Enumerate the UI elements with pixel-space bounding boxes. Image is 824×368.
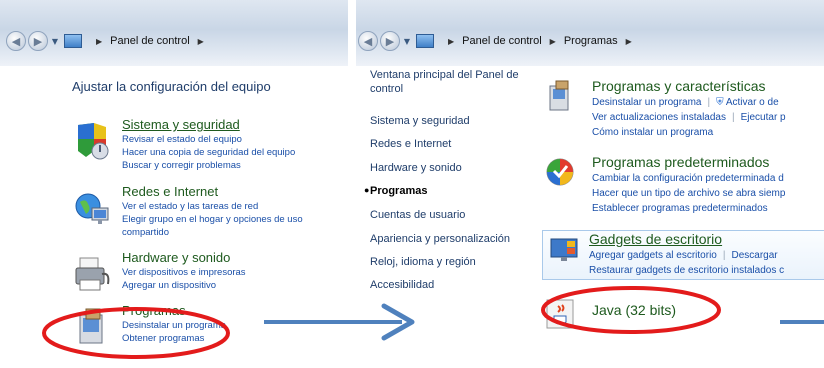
link-run-programs[interactable]: Ejecutar p <box>741 112 786 123</box>
desktop-gadgets-icon <box>549 233 581 265</box>
section-java[interactable]: Java (32 bits) <box>544 298 824 330</box>
right-address-bar: ◀ ▶ ▼ ▶ Panel de control ▶ Programas ▶ <box>356 0 824 66</box>
recent-pages-dropdown[interactable]: ▼ <box>402 31 412 51</box>
sidebar-item-network[interactable]: Redes e Internet <box>370 137 451 151</box>
chevron-right-icon: ▶ <box>448 36 455 46</box>
control-panel-icon <box>64 34 82 48</box>
default-programs-icon <box>544 156 576 188</box>
section-title[interactable]: Gadgets de escritorio <box>589 231 784 248</box>
link-restore-gadgets[interactable]: Restaurar gadgets de escritorio instalad… <box>589 263 784 278</box>
sidebar-item-home[interactable]: Ventana principal del Panel de <box>370 68 519 82</box>
category-title[interactable]: Programas <box>122 303 347 319</box>
link-uninstall-program[interactable]: Desinstalar un programa <box>592 97 702 108</box>
shield-icon: ⛨ <box>716 97 724 108</box>
programs-box-icon <box>72 307 112 347</box>
category-network[interactable]: Redes e Internet Ver el estado y las tar… <box>72 184 342 242</box>
link-check-status[interactable]: Revisar el estado del equipo <box>122 133 347 146</box>
link-installed-updates[interactable]: Ver actualizaciones instaladas <box>592 112 726 123</box>
programs-features-icon <box>544 80 576 112</box>
recent-pages-dropdown[interactable]: ▼ <box>50 31 60 51</box>
link-add-gadgets[interactable]: Agregar gadgets al escritorio <box>589 250 717 261</box>
forward-button[interactable]: ▶ <box>380 31 400 51</box>
link-backup[interactable]: Hacer una copia de seguridad del equipo <box>122 146 347 159</box>
back-button[interactable]: ◀ <box>6 31 26 51</box>
chevron-right-icon[interactable]: ▶ <box>550 37 556 46</box>
link-download-gadgets[interactable]: Descargar <box>731 250 777 261</box>
link-change-defaults[interactable]: Cambiar la configuración predeterminada … <box>592 171 785 186</box>
sidebar-item-accounts[interactable]: Cuentas de usuario <box>370 208 465 222</box>
network-globe-icon <box>72 188 112 228</box>
category-title[interactable]: Redes e Internet <box>122 184 347 200</box>
printer-icon <box>72 254 112 294</box>
left-window: ◀ ▶ ▼ ▶ Panel de control ▶ Ajustar la co… <box>0 0 348 368</box>
sidebar-item-system[interactable]: Sistema y seguridad <box>370 114 470 128</box>
link-get-programs[interactable]: Obtener programas <box>122 332 347 345</box>
control-panel-icon <box>416 34 434 48</box>
sidebar-item-programs[interactable]: Programas <box>370 184 427 198</box>
link-devices-printers[interactable]: Ver dispositivos e impresoras <box>122 266 347 279</box>
section-title[interactable]: Java (32 bits) <box>592 302 676 319</box>
shield-icon <box>72 121 112 161</box>
link-windows-features[interactable]: Activar o de <box>726 97 779 108</box>
link-add-device[interactable]: Agregar un dispositivo <box>122 279 347 292</box>
forward-button[interactable]: ▶ <box>28 31 48 51</box>
category-hardware[interactable]: Hardware y sonido Ver dispositivos e imp… <box>72 250 342 298</box>
sidebar-item-appearance[interactable]: Apariencia y personalización <box>370 232 510 246</box>
section-programs-features[interactable]: Programas y características Desinstalar … <box>544 78 824 140</box>
sidebar-item-home-cont[interactable]: control <box>370 82 403 96</box>
sidebar-item-clock[interactable]: Reloj, idioma y región <box>370 255 476 269</box>
link-homegroup-cont[interactable]: compartido <box>122 226 347 239</box>
current-item-bullet: ● <box>364 185 370 195</box>
section-title[interactable]: Programas y características <box>592 78 786 95</box>
link-network-status[interactable]: Ver el estado y las tareas de red <box>122 200 347 213</box>
link-troubleshoot[interactable]: Buscar y corregir problemas <box>122 159 347 172</box>
right-window: ◀ ▶ ▼ ▶ Panel de control ▶ Programas ▶ V… <box>356 0 824 368</box>
category-programs[interactable]: Programas Desinstalar un programa Obtene… <box>72 303 342 351</box>
page-title: Ajustar la configuración del equipo <box>72 79 271 94</box>
sidebar-item-accessibility[interactable]: Accesibilidad <box>370 278 434 292</box>
chevron-right-icon[interactable]: ▶ <box>198 37 204 46</box>
category-title[interactable]: Hardware y sonido <box>122 250 347 266</box>
left-address-bar: ◀ ▶ ▼ ▶ Panel de control ▶ <box>0 0 348 66</box>
back-button[interactable]: ◀ <box>358 31 378 51</box>
category-system-security[interactable]: Sistema y seguridad Revisar el estado de… <box>72 117 342 177</box>
link-set-defaults[interactable]: Establecer programas predeterminados <box>592 201 785 216</box>
breadcrumb-control-panel[interactable]: Panel de control <box>110 35 190 47</box>
programs-sections: Programas y características Desinstalar … <box>542 60 824 368</box>
section-title[interactable]: Programas predeterminados <box>592 154 785 171</box>
category-title[interactable]: Sistema y seguridad <box>122 117 347 133</box>
chevron-right-icon[interactable]: ▶ <box>626 37 632 46</box>
breadcrumb-control-panel[interactable]: Panel de control <box>462 35 542 47</box>
link-how-install[interactable]: Cómo instalar un programa <box>592 127 713 138</box>
link-uninstall-program[interactable]: Desinstalar un programa <box>122 319 347 332</box>
section-default-programs[interactable]: Programas predeterminados Cambiar la con… <box>544 154 824 216</box>
breadcrumb-programs[interactable]: Programas <box>564 35 618 47</box>
link-homegroup[interactable]: Elegir grupo en el hogar y opciones de u… <box>122 213 347 226</box>
java-cup-icon <box>544 298 576 330</box>
sidebar-item-hardware[interactable]: Hardware y sonido <box>370 161 462 175</box>
section-desktop-gadgets[interactable]: Gadgets de escritorio Agregar gadgets al… <box>542 230 824 280</box>
chevron-right-icon: ▶ <box>96 36 103 46</box>
link-file-type[interactable]: Hacer que un tipo de archivo se abra sie… <box>592 186 785 201</box>
